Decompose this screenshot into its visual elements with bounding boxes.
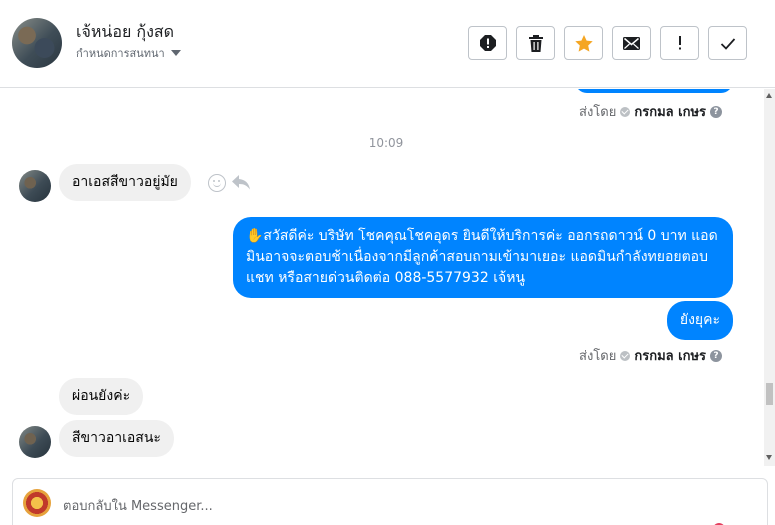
page-avatar: [23, 489, 51, 517]
outgoing-message[interactable]: ยังยุคะ: [666, 301, 733, 340]
assign-conversation-dropdown[interactable]: กำหนดการสนทนา: [76, 44, 181, 62]
time-divider: 10:09: [368, 136, 404, 150]
incoming-message[interactable]: อาเอสสีขาวอยู่มัย: [59, 164, 191, 201]
checkmark-icon: [720, 37, 735, 50]
message-thread[interactable]: ส่งโดย กรกมล เกษร ? 10:09 อาเอสสีขาวอยู่…: [0, 89, 764, 466]
contact-avatar[interactable]: [12, 18, 62, 68]
sent-by-label: ส่งโดย: [579, 105, 617, 120]
reply-icon[interactable]: [232, 175, 250, 190]
outgoing-message[interactable]: ✋สวัสดีค่ะ บริษัท โชคคุณโชคอุดร ยินดีให้…: [233, 217, 733, 298]
sent-check-icon: [620, 350, 631, 361]
reply-composer[interactable]: ตอบกลับใน Messenger...: [12, 478, 768, 525]
star-button[interactable]: [564, 26, 603, 60]
contact-name[interactable]: เจ้หน่อย กุ้งสด: [76, 20, 174, 45]
incoming-message[interactable]: สีขาวอาเอสนะ: [59, 420, 174, 457]
react-smiley-icon[interactable]: [208, 174, 226, 192]
reply-input[interactable]: ตอบกลับใน Messenger...: [63, 495, 213, 516]
sent-by-name[interactable]: กรกมล เกษร: [634, 101, 706, 122]
report-button[interactable]: [468, 26, 507, 60]
alert-icon: [479, 35, 496, 51]
scroll-up-arrow-icon[interactable]: [766, 93, 772, 98]
exclamation-icon: [678, 36, 681, 50]
mark-unread-button[interactable]: [612, 26, 651, 60]
trash-icon: [528, 34, 543, 52]
sent-by-line: ส่งโดย กรกมล เกษร ?: [579, 345, 722, 366]
sent-check-icon: [620, 106, 631, 117]
incoming-message[interactable]: ผ่อนยังค่ะ: [59, 378, 144, 415]
outgoing-message-partial[interactable]: [575, 89, 733, 93]
sent-by-name[interactable]: กรกมล เกษร: [634, 345, 706, 366]
mark-done-button[interactable]: [708, 26, 747, 60]
help-icon[interactable]: ?: [710, 349, 722, 362]
sent-by-line: ส่งโดย กรกมล เกษร ?: [579, 101, 722, 122]
delete-button[interactable]: [516, 26, 555, 60]
contact-avatar-small: [19, 170, 51, 202]
contact-avatar-small: [19, 426, 51, 458]
thread-scrollbar[interactable]: [764, 89, 775, 466]
help-icon[interactable]: ?: [710, 105, 722, 118]
envelope-icon: [623, 36, 640, 50]
assign-conversation-label: กำหนดการสนทนา: [76, 47, 165, 60]
scroll-down-arrow-icon[interactable]: [766, 455, 772, 460]
spam-button[interactable]: [660, 26, 699, 60]
caret-down-icon: [170, 50, 181, 56]
conversation-header: เจ้หน่อย กุ้งสด กำหนดการสนทนา: [0, 0, 775, 88]
star-icon: [574, 34, 593, 52]
scrollbar-thumb[interactable]: [766, 383, 773, 405]
sent-by-label: ส่งโดย: [579, 349, 617, 364]
